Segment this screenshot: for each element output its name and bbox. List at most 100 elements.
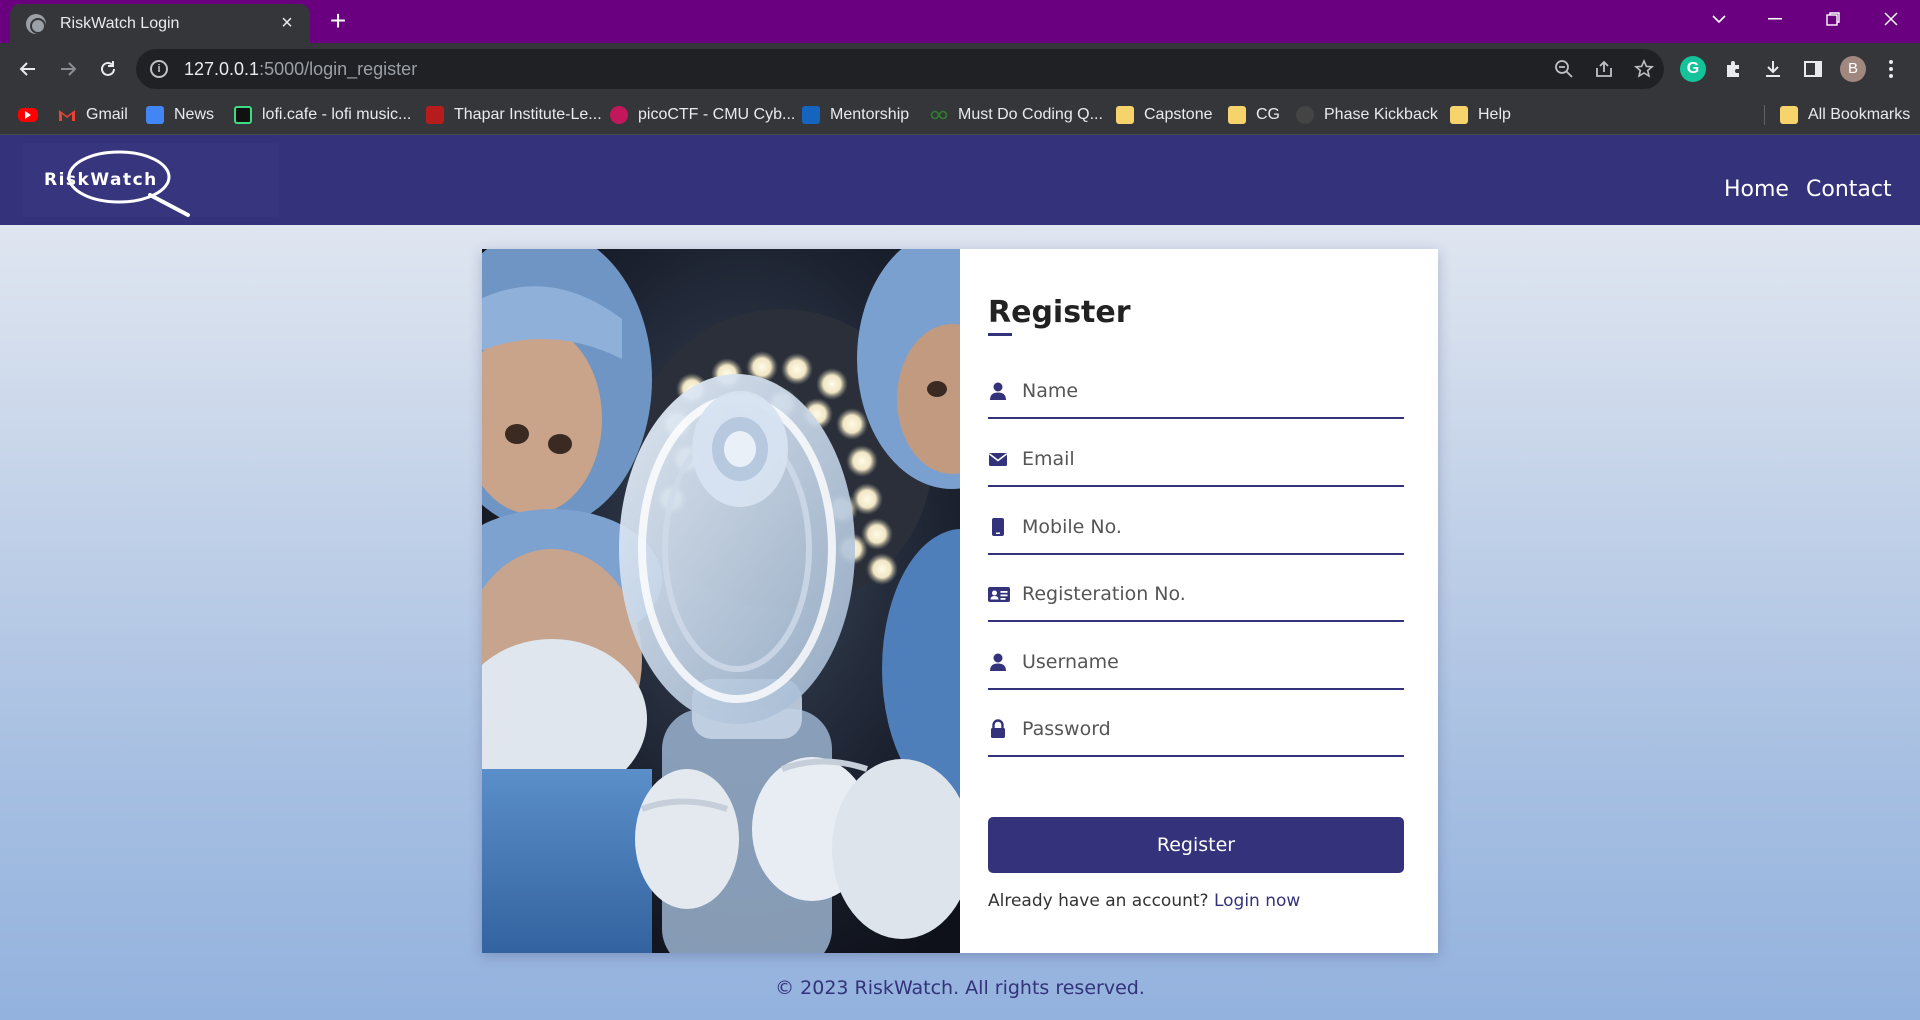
bookmark-news[interactable]: News [146,104,214,126]
surgeons-oxygen-mask-image [482,249,960,953]
password-input[interactable] [1022,718,1392,740]
page: RiskWatch Home Contact Register Name Ema… [0,135,1920,1020]
url-host: 127.0.0.1 [184,58,260,79]
site-info-icon[interactable]: i [150,60,168,78]
url-path: :5000/login_register [259,58,418,79]
username-input[interactable] [1022,651,1392,673]
riskwatch-logo[interactable]: RiskWatch [22,143,278,217]
site-navbar: RiskWatch Home Contact [0,135,1920,225]
all-bookmarks-label: All Bookmarks [1808,106,1911,123]
forward-icon[interactable] [52,53,84,85]
grammarly-icon[interactable]: G [1680,56,1706,82]
folder-icon [1116,106,1134,124]
bookmark-mentorship[interactable]: Mentorship [802,104,909,126]
email-field [988,433,1404,487]
tab-title: RiskWatch Login [60,14,180,32]
footer-copyright: © 2023 RiskWatch. All rights reserved. [775,977,1145,999]
profile-avatar[interactable]: B [1840,56,1866,82]
bookmarks-bar: Gmail News lofi.cafe - lofi music... Tha… [0,95,1920,135]
globe-icon [1296,106,1314,124]
name-field [988,365,1404,419]
register-button[interactable]: Register [988,817,1404,873]
bookmark-label: CG [1256,106,1280,123]
bookmark-picoctf[interactable]: picoCTF - CMU Cyb... [610,104,795,126]
globe-icon [26,13,46,34]
bookmark-phase-kickback[interactable]: Phase Kickback [1296,104,1438,126]
bookmark-label: News [174,106,215,123]
browser-tab[interactable]: RiskWatch Login × [10,4,310,43]
tab-close-button[interactable]: × [276,12,298,35]
all-bookmarks[interactable]: All Bookmarks [1780,104,1910,126]
extensions-icon[interactable] [1720,56,1746,82]
star-icon[interactable] [1632,59,1656,83]
folder-icon [1450,106,1468,124]
bookmark-cg[interactable]: CG [1228,104,1280,126]
tab-search-icon[interactable] [1690,0,1748,38]
reload-icon[interactable] [92,53,124,85]
mobile-field [988,501,1404,555]
registration-input[interactable] [1022,583,1392,605]
bookmark-label: Mentorship [830,106,910,123]
close-window-icon[interactable] [1862,0,1920,38]
mobile-icon [988,517,1008,537]
register-card: Register Name Email Mobile No. Registera… [482,249,1438,953]
mobile-input[interactable] [1022,516,1392,538]
bookmark-label: Must Do Coding Q... [958,106,1103,123]
bookmark-thapar[interactable]: Thapar Institute-Le... [426,104,602,126]
gmail-icon [58,106,76,124]
folder-icon [1228,106,1246,124]
password-field [988,703,1404,757]
bookmark-label: Thapar Institute-Le... [454,106,602,123]
browser-toolbar: i 127.0.0.1:5000/login_register G B [0,43,1920,95]
user-icon [988,381,1008,401]
thapar-icon [426,106,444,124]
login-prompt-text: Already have an account? [988,891,1209,911]
bookmark-gmail[interactable]: Gmail [58,104,128,126]
email-input[interactable] [1022,448,1392,470]
new-tab-button[interactable]: + [322,6,354,38]
bookmark-label: Capstone [1144,106,1213,123]
username-field [988,636,1404,690]
bookmark-label: Help [1478,106,1511,123]
registration-field [988,568,1404,622]
browser-tab-bar: RiskWatch Login × + [0,0,1920,43]
zoom-icon[interactable] [1552,59,1576,83]
side-panel-icon[interactable] [1800,56,1826,82]
headphones-icon [234,106,252,124]
bookmark-label: lofi.cafe - lofi music... [262,106,412,123]
bookmark-help[interactable]: Help [1450,104,1511,126]
youtube-icon [18,108,38,122]
user-icon [988,652,1008,672]
svg-text:RiskWatch: RiskWatch [44,170,158,190]
envelope-icon [988,449,1008,469]
register-form: Register Name Email Mobile No. Registera… [988,249,1404,953]
share-icon[interactable] [1592,59,1616,83]
bookmark-capstone[interactable]: Capstone [1116,104,1213,126]
minimize-icon[interactable] [1746,0,1804,38]
nav-home-link[interactable]: Home [1724,177,1789,202]
bookmark-label: picoCTF - CMU Cyb... [638,106,796,123]
address-bar[interactable]: i 127.0.0.1:5000/login_register [136,49,1664,89]
bookmark-label: Gmail [86,106,128,123]
login-prompt: Already have an account? Login now [988,891,1300,911]
picoctf-icon [610,106,628,124]
folder-icon [1780,106,1798,124]
id-card-icon [988,584,1010,604]
back-icon[interactable] [12,53,44,85]
name-input[interactable] [1022,380,1392,402]
download-icon[interactable] [1760,56,1786,82]
bookmark-lofi[interactable]: lofi.cafe - lofi music... [234,104,411,126]
mentorship-icon [802,106,820,124]
title-underline [988,333,1012,336]
restore-icon[interactable] [1804,0,1862,38]
news-icon [146,106,164,124]
nav-contact-link[interactable]: Contact [1806,177,1892,202]
form-title: Register [988,295,1131,330]
gfg-icon [930,106,948,124]
bookmark-gfg[interactable]: Must Do Coding Q... [930,104,1103,126]
youtube-bookmark[interactable] [18,104,48,126]
login-now-link[interactable]: Login now [1214,891,1300,911]
bookmark-label: Phase Kickback [1324,106,1438,123]
lock-icon [988,719,1008,739]
menu-dots-icon[interactable] [1878,56,1904,82]
